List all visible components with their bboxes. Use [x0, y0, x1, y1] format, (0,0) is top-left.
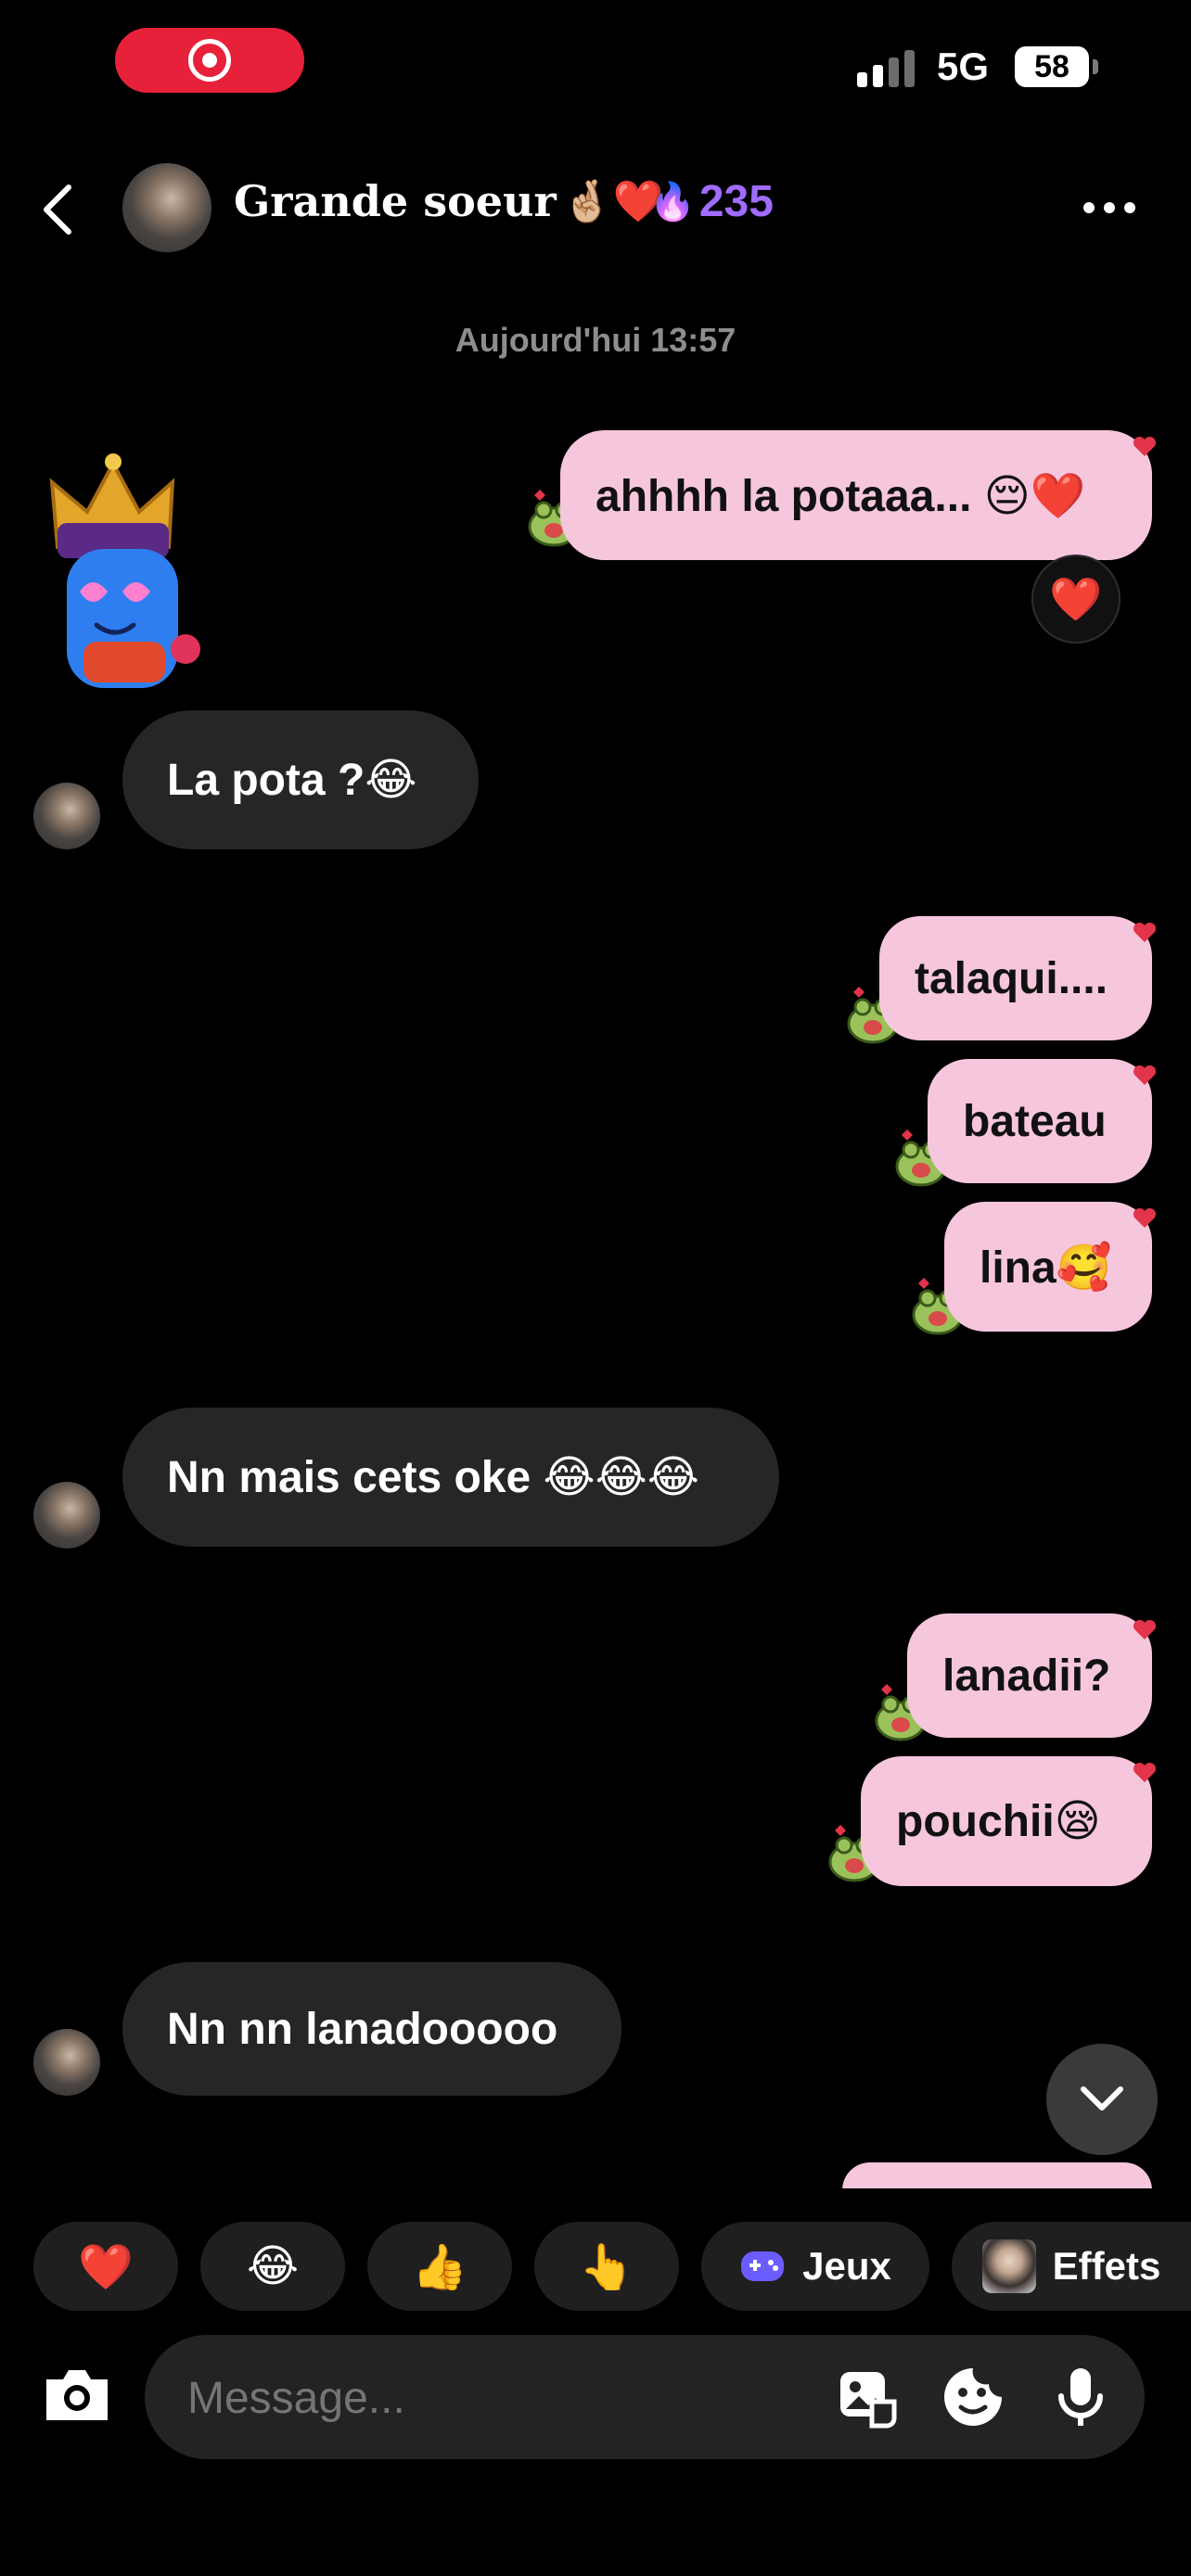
contact-name[interactable]: Grande soeur 🤞🏼❤️ [234, 176, 663, 226]
liked-heart-icon [1133, 436, 1157, 456]
sticker-icon[interactable] [941, 2365, 1005, 2429]
outgoing-message-partial[interactable] [842, 2162, 1152, 2190]
outgoing-message[interactable]: bateau [928, 1059, 1152, 1183]
point-up-emoji: 👆 [579, 2242, 634, 2292]
avatar-icon [981, 2239, 1036, 2293]
streak-counter[interactable]: 🔥 235 [649, 176, 774, 227]
sender-avatar[interactable] [33, 1482, 100, 1549]
heart-emoji: ❤️ [78, 2242, 134, 2292]
contact-name-text: Grande soeur [234, 176, 557, 226]
date-separator: Aujourd'hui 13:57 [455, 321, 736, 359]
liked-heart-icon [1133, 1619, 1157, 1639]
effects-label: Effets [1052, 2244, 1161, 2288]
outgoing-message[interactable]: ahhhh la potaaa... 😔❤️ [560, 430, 1152, 560]
games-label: Jeux [802, 2244, 891, 2288]
screen-recording-indicator[interactable] [115, 28, 304, 93]
message-reaction[interactable]: ❤️ [1031, 555, 1121, 644]
games-button[interactable]: Jeux [701, 2222, 929, 2311]
outgoing-message[interactable]: lina🥰 [944, 1202, 1152, 1332]
incoming-message[interactable]: Nn mais cets oke 😂😂😂 [122, 1408, 779, 1547]
camera-icon[interactable] [41, 2363, 113, 2426]
quick-react-thumbs-up[interactable]: 👍 [367, 2222, 512, 2311]
battery-cap-icon [1093, 59, 1098, 74]
network-type: 5G [937, 45, 990, 88]
quick-react-laugh[interactable]: 😂 [200, 2222, 345, 2311]
effects-button[interactable]: Effets [952, 2222, 1191, 2311]
sender-avatar[interactable] [33, 783, 100, 849]
microphone-icon[interactable] [1048, 2365, 1113, 2429]
outgoing-message[interactable]: lanadii? [907, 1613, 1152, 1738]
incoming-message[interactable]: La pota ?😂 [122, 710, 479, 849]
cellular-signal-icon [857, 50, 915, 87]
liked-heart-icon [1133, 922, 1157, 942]
sender-avatar[interactable] [33, 2029, 100, 2096]
flame-icon: 🔥 [649, 182, 696, 223]
incoming-message[interactable]: Nn nn lanadooooo [122, 1962, 621, 2096]
gallery-sticker-icon[interactable] [835, 2365, 900, 2429]
laughing-emoji: 😂 [246, 2242, 300, 2291]
scroll-to-bottom-button[interactable] [1046, 2044, 1158, 2155]
liked-heart-icon [1133, 1065, 1157, 1085]
streak-count: 235 [698, 177, 774, 226]
quick-react-heart[interactable]: ❤️ [33, 2222, 178, 2311]
battery-level: 58 [1015, 46, 1089, 87]
message-input[interactable] [186, 2355, 801, 2441]
contact-avatar[interactable] [122, 163, 211, 252]
liked-heart-icon [1133, 1207, 1157, 1228]
outgoing-message[interactable]: talaqui.... [879, 916, 1152, 1040]
back-arrow-icon[interactable] [37, 182, 78, 237]
more-options-icon[interactable] [1083, 202, 1135, 213]
gamepad-icon [741, 2251, 785, 2281]
chevron-down-icon [1081, 2086, 1123, 2111]
king-monster-sticker[interactable] [32, 427, 217, 695]
record-icon [188, 39, 231, 82]
contact-name-emojis: 🤞🏼❤️ [561, 178, 664, 225]
quick-react-point-up[interactable]: 👆 [534, 2222, 679, 2311]
thumbs-up-emoji: 👍 [412, 2242, 467, 2292]
liked-heart-icon [1133, 1762, 1157, 1782]
outgoing-message[interactable]: pouchii😪 [861, 1756, 1152, 1886]
